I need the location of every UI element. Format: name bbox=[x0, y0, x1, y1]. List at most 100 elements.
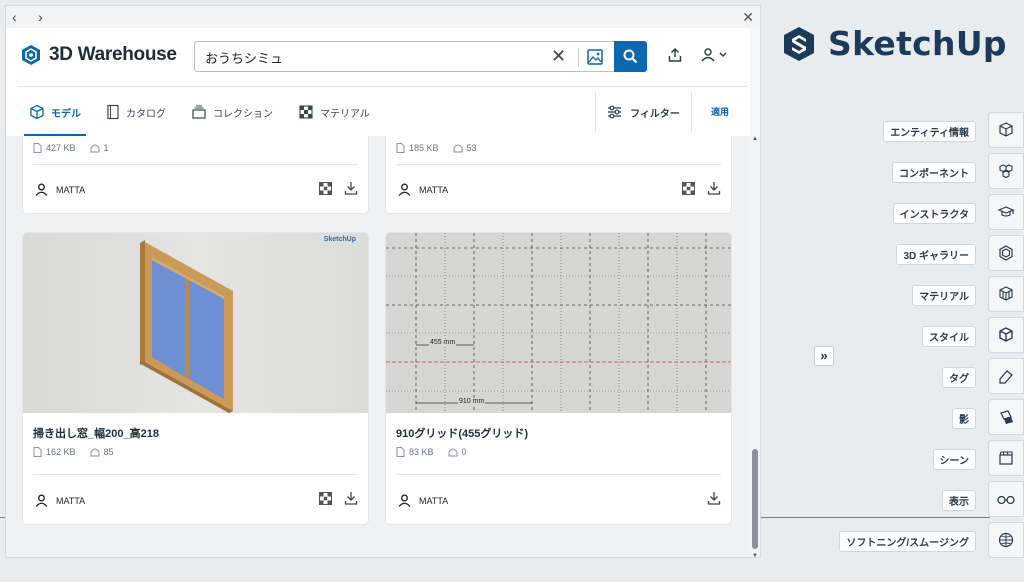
download-icon[interactable] bbox=[707, 181, 721, 195]
card-meta: 83 KB 0 bbox=[396, 447, 467, 457]
author-name: MATTA bbox=[419, 495, 449, 506]
warehouse-header: 3D Warehouse ✕ モデル bbox=[6, 28, 750, 136]
results-scrollbar[interactable]: ▲ ▼ bbox=[750, 136, 760, 557]
tab-label: マテリアル bbox=[320, 108, 370, 120]
tab-label: コレクション bbox=[213, 108, 273, 120]
card-divider bbox=[396, 164, 721, 165]
card-author[interactable]: MATTA bbox=[398, 494, 448, 507]
tray-item-label[interactable]: スタイル bbox=[922, 326, 976, 347]
warehouse-brand-text: 3D Warehouse bbox=[49, 44, 177, 65]
model-card[interactable]: 455 mm 910 mm 910グリッド(455グリッド) 83 KB 0 M… bbox=[386, 233, 731, 524]
like-icon bbox=[453, 144, 463, 153]
tray-item-label[interactable]: ソフトニング/スムージング bbox=[839, 531, 976, 552]
tab-models[interactable]: モデル bbox=[24, 94, 86, 136]
header-divider bbox=[18, 86, 748, 87]
model-card[interactable]: 185 KB 53 MATTA bbox=[386, 136, 731, 213]
dimension-label: 455 mm bbox=[429, 339, 457, 346]
warehouse-brand[interactable]: 3D Warehouse bbox=[20, 44, 177, 66]
tray-item-shadows[interactable]: 影 bbox=[834, 397, 1024, 438]
clear-search-icon[interactable]: ✕ bbox=[551, 46, 566, 67]
components-icon[interactable] bbox=[988, 153, 1024, 189]
material-badge-icon[interactable] bbox=[319, 181, 332, 195]
card-author[interactable]: MATTA bbox=[398, 183, 448, 196]
image-search-icon[interactable] bbox=[586, 48, 604, 71]
like-count: 0 bbox=[461, 447, 467, 457]
scroll-up-icon[interactable]: ▲ bbox=[752, 136, 758, 142]
tray-item-entity-info[interactable]: エンティティ情報 bbox=[834, 110, 1024, 151]
scrollbar-thumb[interactable] bbox=[752, 449, 758, 549]
tray-item-scenes[interactable]: シーン bbox=[834, 438, 1024, 479]
tray-item-label[interactable]: 表示 bbox=[942, 490, 976, 511]
search-input[interactable] bbox=[205, 47, 535, 67]
apply-button[interactable]: 適用 bbox=[711, 105, 729, 118]
upload-icon[interactable] bbox=[667, 47, 683, 68]
download-icon[interactable] bbox=[344, 491, 358, 505]
card-author[interactable]: MATTA bbox=[35, 494, 85, 507]
material-badge-icon[interactable] bbox=[319, 491, 332, 505]
tray-item-label[interactable]: マテリアル bbox=[912, 285, 976, 306]
user-icon bbox=[35, 183, 48, 196]
tray-item-label[interactable]: タグ bbox=[942, 367, 976, 388]
entity-info-icon[interactable] bbox=[988, 112, 1024, 148]
tray-item-label[interactable]: シーン bbox=[932, 449, 976, 470]
tab-label: カタログ bbox=[126, 108, 166, 120]
tray-item-label[interactable]: エンティティ情報 bbox=[883, 121, 976, 142]
card-divider bbox=[33, 164, 358, 165]
sketchup-brand-text: SketchUp bbox=[828, 24, 1007, 63]
tray-item-materials[interactable]: マテリアル bbox=[834, 274, 1024, 315]
forward-icon[interactable]: › bbox=[38, 9, 43, 25]
tab-collections[interactable]: コレクション bbox=[186, 94, 278, 130]
soften-icon[interactable] bbox=[988, 522, 1024, 558]
filter-sliders-icon bbox=[608, 105, 622, 119]
tray-item-tags[interactable]: タグ bbox=[834, 356, 1024, 397]
sketchup-logo-icon bbox=[784, 26, 814, 61]
material-badge-icon[interactable] bbox=[682, 181, 695, 195]
scroll-down-icon[interactable]: ▼ bbox=[752, 553, 758, 557]
filter-button[interactable]: フィルター bbox=[595, 92, 692, 132]
user-menu-icon[interactable] bbox=[700, 47, 730, 68]
model-title[interactable]: 掃き出し窓_幅200_高218 bbox=[33, 425, 159, 441]
model-card[interactable]: 427 KB 1 MATTA bbox=[23, 136, 368, 213]
back-icon[interactable]: ‹ bbox=[12, 9, 17, 25]
display-icon[interactable] bbox=[988, 481, 1024, 517]
gallery-icon[interactable] bbox=[988, 235, 1024, 271]
tab-catalogs[interactable]: カタログ bbox=[101, 94, 171, 130]
tray-item-label[interactable]: 影 bbox=[952, 408, 976, 429]
card-author[interactable]: MATTA bbox=[35, 183, 85, 196]
model-thumbnail[interactable]: SketchUp bbox=[23, 233, 368, 413]
download-icon[interactable] bbox=[707, 491, 721, 505]
download-icon[interactable] bbox=[344, 181, 358, 195]
expand-tray-button[interactable]: » bbox=[814, 346, 834, 366]
like-count: 53 bbox=[466, 143, 477, 153]
search-button[interactable] bbox=[614, 41, 647, 72]
results-grid: 427 KB 1 MATTA 185 KB 53 MATTA SketchUp … bbox=[6, 136, 750, 557]
tray-item-instructor[interactable]: インストラクタ bbox=[834, 192, 1024, 233]
tray-item-label[interactable]: インストラクタ bbox=[892, 203, 976, 224]
materials-icon[interactable] bbox=[988, 276, 1024, 312]
file-size: 162 KB bbox=[46, 447, 76, 457]
model-card[interactable]: SketchUp 掃き出し窓_幅200_高218 162 KB 85 MATTA bbox=[23, 233, 368, 524]
tray-item-styles[interactable]: スタイル bbox=[834, 315, 1024, 356]
like-icon bbox=[448, 448, 458, 457]
filter-label: フィルター bbox=[630, 108, 680, 120]
tab-materials[interactable]: マテリアル bbox=[293, 94, 375, 130]
tray-item-gallery[interactable]: 3D ギャラリー bbox=[834, 233, 1024, 274]
tray-item-display[interactable]: 表示 bbox=[834, 479, 1024, 520]
search-box: ✕ bbox=[194, 41, 647, 72]
instructor-icon[interactable] bbox=[988, 194, 1024, 230]
tags-icon[interactable] bbox=[988, 358, 1024, 394]
tray-item-soften[interactable]: ソフトニング/スムージング bbox=[834, 520, 1024, 561]
scenes-icon[interactable] bbox=[988, 440, 1024, 476]
tray-item-components[interactable]: コンポーネント bbox=[834, 151, 1024, 192]
styles-icon[interactable] bbox=[988, 317, 1024, 353]
user-icon bbox=[35, 494, 48, 507]
model-thumbnail[interactable]: 455 mm 910 mm bbox=[386, 233, 731, 413]
tray-item-label[interactable]: 3D ギャラリー bbox=[896, 244, 976, 265]
like-icon bbox=[90, 448, 100, 457]
model-title[interactable]: 910グリッド(455グリッド) bbox=[396, 425, 528, 441]
window-navbar: ‹ › ✕ bbox=[6, 6, 760, 28]
tray-item-label[interactable]: コンポーネント bbox=[892, 162, 976, 183]
grid-illustration bbox=[386, 233, 731, 413]
close-icon[interactable]: ✕ bbox=[742, 9, 754, 26]
shadows-icon[interactable] bbox=[988, 399, 1024, 435]
